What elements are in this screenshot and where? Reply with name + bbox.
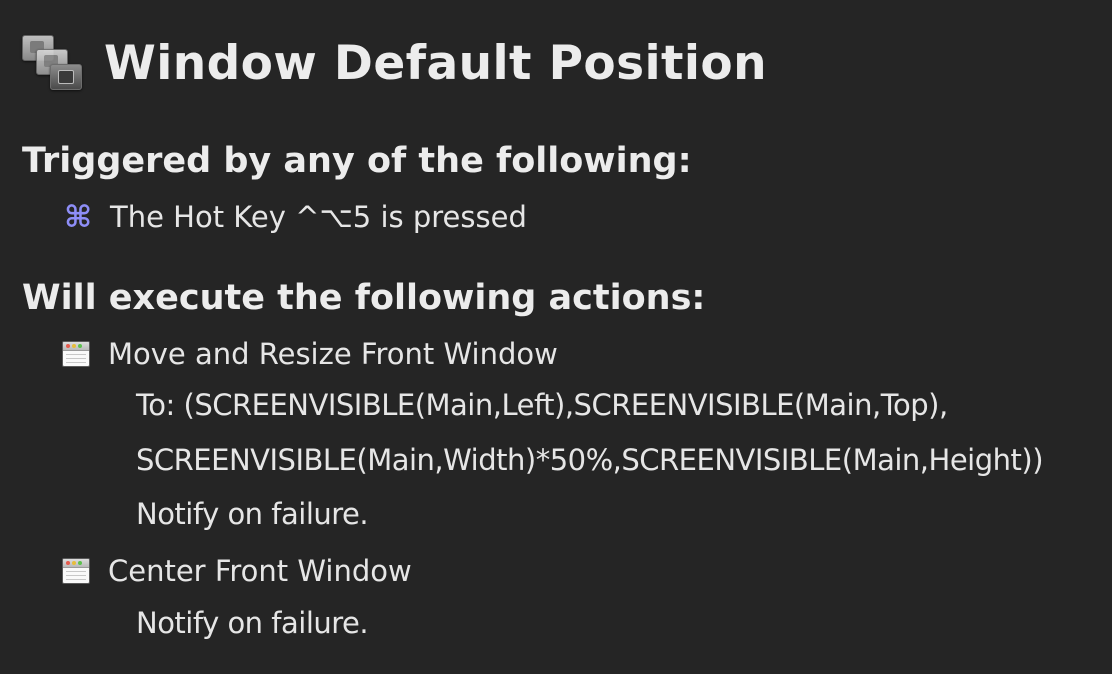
window-stack-icon — [22, 31, 86, 95]
actions-heading: Will execute the following actions: — [22, 278, 706, 318]
macro-header: Window Default Position — [22, 28, 767, 98]
action-item-move-resize[interactable]: Move and Resize Front Window — [62, 334, 558, 374]
window-action-icon — [62, 341, 90, 367]
action-detail-notify: Notify on failure. — [136, 606, 369, 640]
action-detail-line: SCREENVISIBLE(Main,Width)*50%,SCREENVISI… — [136, 443, 1044, 477]
macro-title: Window Default Position — [104, 35, 767, 91]
action-title: Move and Resize Front Window — [108, 337, 558, 371]
trigger-item-hotkey[interactable]: ⌘ The Hot Key ^⌥5 is pressed — [62, 197, 527, 237]
triggers-heading: Triggered by any of the following: — [22, 141, 692, 181]
window-action-icon — [62, 558, 90, 584]
action-title: Center Front Window — [108, 554, 412, 588]
action-item-center[interactable]: Center Front Window — [62, 551, 412, 591]
trigger-text: The Hot Key ^⌥5 is pressed — [110, 200, 527, 234]
action-detail-notify: Notify on failure. — [136, 497, 369, 531]
command-key-icon: ⌘ — [64, 199, 92, 235]
action-detail-line: To: (SCREENVISIBLE(Main,Left),SCREENVISI… — [136, 388, 948, 422]
